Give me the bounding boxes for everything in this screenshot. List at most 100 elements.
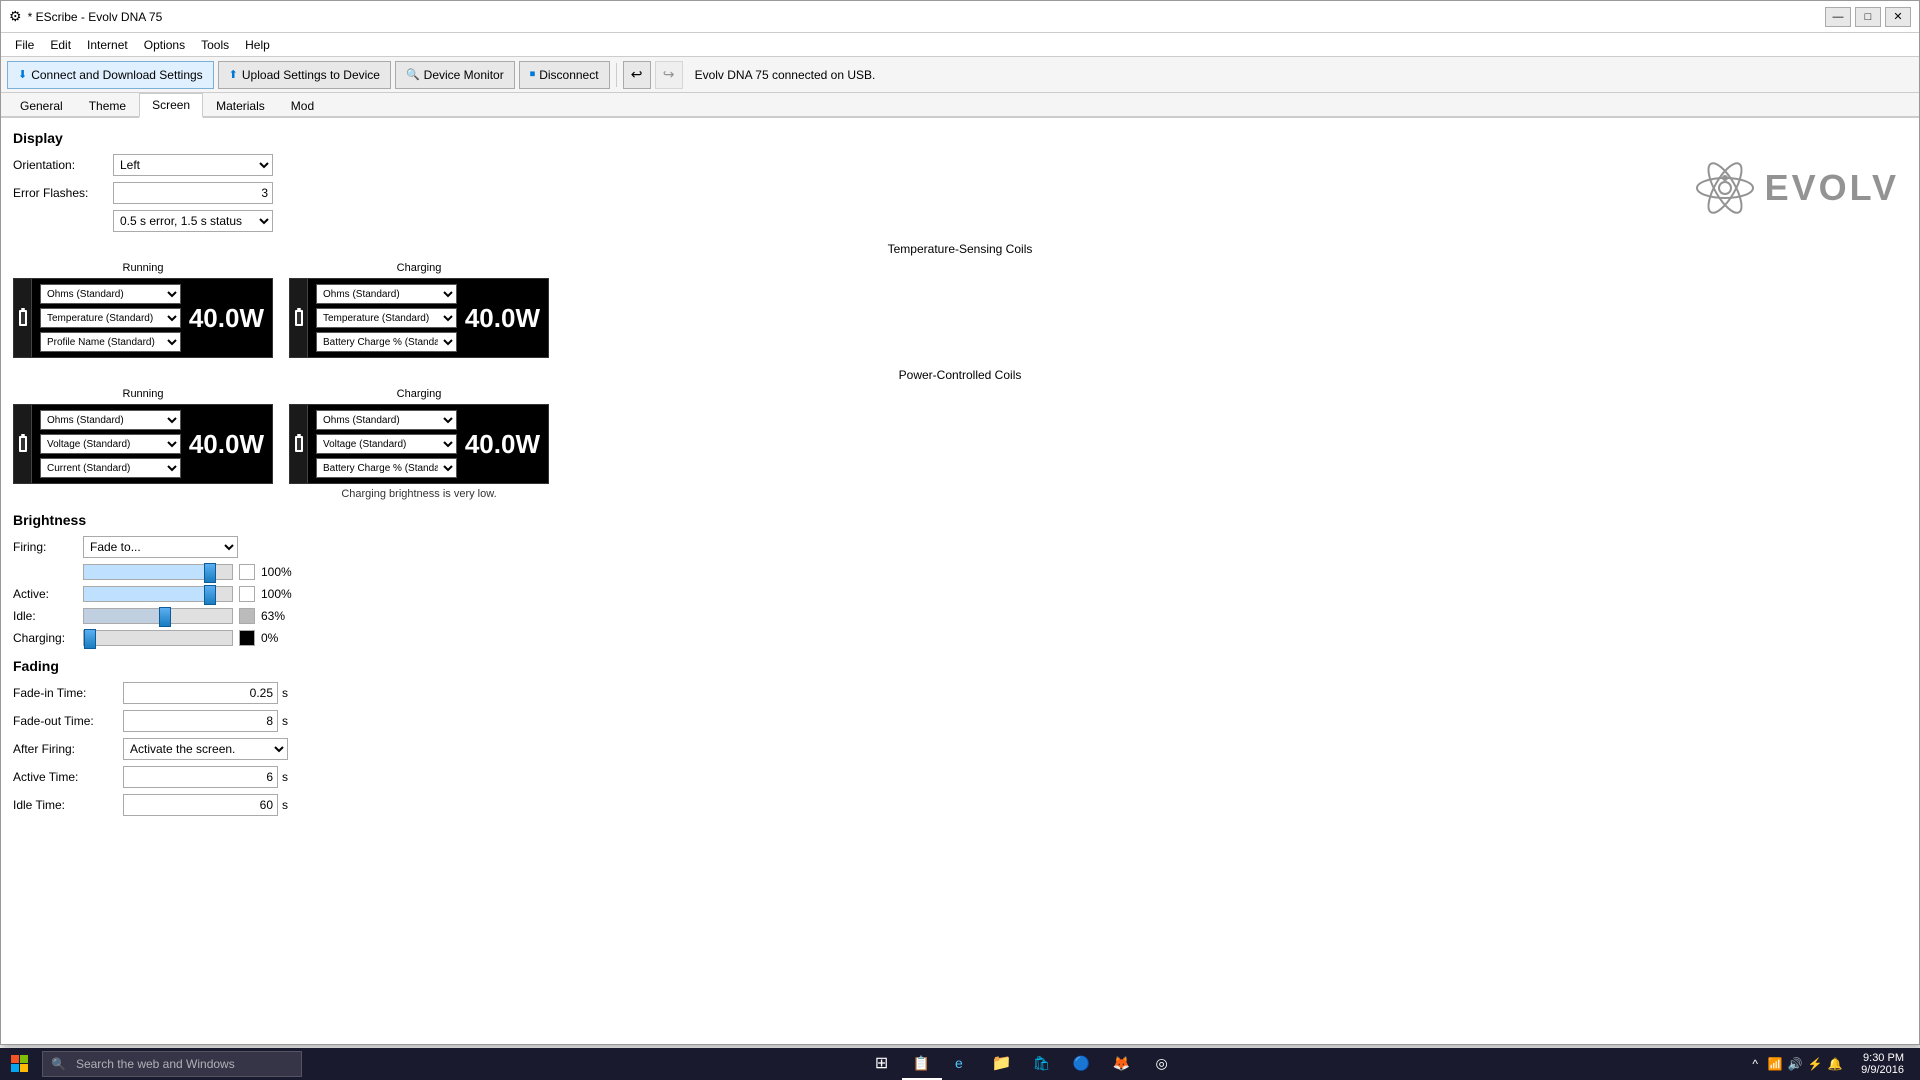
error-flashes-input[interactable]	[113, 182, 273, 204]
orientation-select[interactable]: Left Right Normal Inverted	[113, 154, 273, 176]
tab-screen[interactable]: Screen	[139, 93, 203, 118]
power-coils-title: Power-Controlled Coils	[13, 368, 1907, 382]
upload-icon: ⬆	[229, 68, 238, 81]
temp-charging-dd2[interactable]: Temperature (Standard)	[316, 308, 457, 328]
idle-brightness-thumb[interactable]	[159, 607, 171, 627]
device-body-1: Ohms (Standard) Temperature (Standard) P…	[32, 279, 272, 357]
tab-theme[interactable]: Theme	[76, 94, 139, 118]
systray-arrow[interactable]: ^	[1747, 1056, 1763, 1072]
power-running-dd1[interactable]: Ohms (Standard)	[40, 410, 181, 430]
connection-status: Evolv DNA 75 connected on USB.	[695, 68, 876, 82]
power-charging-dd1[interactable]: Ohms (Standard)	[316, 410, 457, 430]
power-running-panel: Running Ohms (Standard) Voltage (	[13, 388, 273, 500]
idle-brightness-checkbox[interactable]	[239, 608, 255, 624]
evolv-brand-text: EVOLV	[1765, 167, 1899, 209]
device-left-bar-3	[14, 405, 32, 483]
active-time-input[interactable]	[123, 766, 278, 788]
taskbar-app-chrome[interactable]: 🔵	[1062, 1048, 1102, 1080]
systray-notification[interactable]: 🔔	[1827, 1056, 1843, 1072]
charging-brightness-thumb[interactable]	[84, 629, 96, 649]
active-brightness-thumb[interactable]	[204, 585, 216, 605]
temp-running-dd2[interactable]: Temperature (Standard)	[40, 308, 181, 328]
temp-coils-panels: Running Ohms (Standard) Temperatu	[13, 262, 1907, 358]
power-charging-title: Charging	[289, 388, 549, 400]
upload-settings-button[interactable]: ⬆ Upload Settings to Device	[218, 61, 391, 89]
monitor-icon: 🔍	[406, 68, 420, 81]
taskbar-app-escribe[interactable]: 📋	[902, 1048, 942, 1080]
title-bar-left: ⚙ * EScribe - Evolv DNA 75	[9, 8, 162, 25]
orientation-row: Orientation: Left Right Normal Inverted	[13, 154, 1907, 176]
temp-charging-panel: Charging Ohms (Standard) Temperat	[289, 262, 549, 358]
flash-time-select[interactable]: 0.5 s error, 1.5 s status 1 s error, 3 s…	[113, 210, 273, 232]
menu-bar: File Edit Internet Options Tools Help	[1, 33, 1919, 57]
start-button[interactable]	[0, 1048, 40, 1080]
close-button[interactable]: ✕	[1885, 7, 1911, 27]
redo-button[interactable]: ↪	[655, 61, 683, 89]
disconnect-button[interactable]: ⏹ Disconnect	[519, 61, 610, 89]
taskbar-app-edge[interactable]: e	[942, 1048, 982, 1080]
taskbar-search-box[interactable]: 🔍	[42, 1051, 302, 1077]
connect-download-button[interactable]: ⬇ Connect and Download Settings	[7, 61, 214, 89]
after-firing-select[interactable]: Activate the screen. Do nothing.	[123, 738, 288, 760]
charging-brightness-checkbox[interactable]	[239, 630, 255, 646]
menu-options[interactable]: Options	[136, 36, 193, 54]
firing-brightness-track[interactable]	[83, 564, 233, 580]
device-dropdowns-2: Ohms (Standard) Temperature (Standard) B…	[316, 284, 457, 352]
search-input[interactable]	[72, 1053, 272, 1075]
device-body-3: Ohms (Standard) Voltage (Standard) Curre…	[32, 405, 272, 483]
tab-materials[interactable]: Materials	[203, 94, 278, 118]
error-flashes-label: Error Flashes:	[13, 186, 113, 200]
clock-time: 9:30 PM	[1861, 1052, 1904, 1064]
power-running-power: 40.0W	[181, 429, 264, 460]
battery-icon-1	[19, 310, 27, 326]
systray-battery[interactable]: ⚡	[1807, 1056, 1823, 1072]
systray-volume[interactable]: 🔊	[1787, 1056, 1803, 1072]
charging-brightness-track[interactable]	[83, 630, 233, 646]
idle-brightness-track[interactable]	[83, 608, 233, 624]
power-running-device: Ohms (Standard) Voltage (Standard) Curre…	[13, 404, 273, 484]
power-charging-dd3[interactable]: Battery Charge % (Standard)	[316, 458, 457, 478]
minimize-button[interactable]: —	[1825, 7, 1851, 27]
display-section-title: Display	[13, 130, 1907, 146]
active-brightness-checkbox[interactable]	[239, 586, 255, 602]
active-brightness-track[interactable]	[83, 586, 233, 602]
power-charging-dd2[interactable]: Voltage (Standard)	[316, 434, 457, 454]
temp-charging-title: Charging	[289, 262, 549, 274]
temp-running-dd3[interactable]: Profile Name (Standard)	[40, 332, 181, 352]
taskbar-app-extra[interactable]: ◎	[1142, 1048, 1182, 1080]
tab-general[interactable]: General	[7, 94, 76, 118]
maximize-button[interactable]: □	[1855, 7, 1881, 27]
disconnect-label: Disconnect	[539, 68, 598, 82]
taskbar-clock[interactable]: 9:30 PM 9/9/2016	[1853, 1052, 1912, 1076]
taskbar-app-explorer[interactable]: 📁	[982, 1048, 1022, 1080]
systray-network[interactable]: 📶	[1767, 1056, 1783, 1072]
taskbar-app-taskview[interactable]: ⊞	[862, 1048, 902, 1080]
firing-mode-select[interactable]: Fade to... Stay on Turn off	[83, 536, 238, 558]
idle-time-input[interactable]	[123, 794, 278, 816]
firing-brightness-checkbox[interactable]	[239, 564, 255, 580]
fading-section: Fading Fade-in Time: s Fade-out Time: s …	[13, 658, 1907, 816]
temp-charging-dd1[interactable]: Ohms (Standard)	[316, 284, 457, 304]
temp-running-dd1[interactable]: Ohms (Standard)	[40, 284, 181, 304]
title-bar-controls: — □ ✕	[1825, 7, 1911, 27]
firing-brightness-thumb[interactable]	[204, 563, 216, 583]
power-running-dd3[interactable]: Current (Standard)	[40, 458, 181, 478]
menu-tools[interactable]: Tools	[193, 36, 237, 54]
undo-button[interactable]: ↩	[623, 61, 651, 89]
temp-charging-dd3[interactable]: Battery Charge % (Standard)	[316, 332, 457, 352]
tab-mod[interactable]: Mod	[278, 94, 327, 118]
menu-help[interactable]: Help	[237, 36, 278, 54]
menu-edit[interactable]: Edit	[42, 36, 79, 54]
menu-file[interactable]: File	[7, 36, 42, 54]
idle-time-label: Idle Time:	[13, 798, 123, 812]
fade-out-input[interactable]	[123, 710, 278, 732]
temp-running-device: Ohms (Standard) Temperature (Standard) P…	[13, 278, 273, 358]
device-monitor-button[interactable]: 🔍 Device Monitor	[395, 61, 515, 89]
power-running-dd2[interactable]: Voltage (Standard)	[40, 434, 181, 454]
main-window: ⚙ * EScribe - Evolv DNA 75 — □ ✕ File Ed…	[0, 0, 1920, 1045]
fade-in-input[interactable]	[123, 682, 278, 704]
taskbar-app-store[interactable]: 🛍	[1022, 1048, 1062, 1080]
toolbar-separator	[616, 63, 617, 87]
menu-internet[interactable]: Internet	[79, 36, 136, 54]
taskbar-app-firefox[interactable]: 🦊	[1102, 1048, 1142, 1080]
